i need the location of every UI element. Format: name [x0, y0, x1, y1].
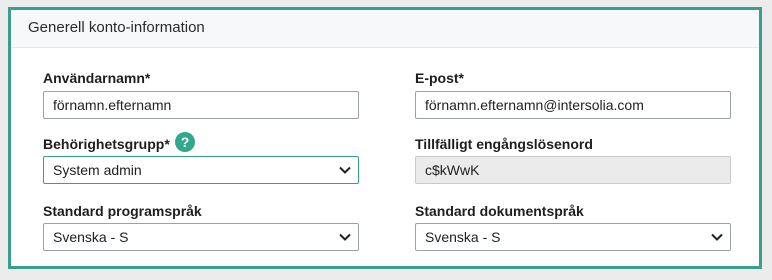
username-input[interactable]: förnamn.efternamn	[43, 91, 359, 119]
chevron-down-icon	[711, 233, 723, 241]
document-language-value: Svenska - S	[425, 229, 501, 245]
chevron-down-icon	[339, 166, 351, 174]
username-label: Användarnamn*	[43, 70, 151, 86]
program-language-value: Svenska - S	[53, 229, 129, 245]
email-label: E-post*	[415, 70, 464, 86]
panel-title: Generell konto-information	[28, 19, 205, 36]
document-language-select[interactable]: Svenska - S	[415, 223, 731, 251]
permission-group-select[interactable]: System admin	[43, 156, 359, 184]
temp-password-label: Tillfälligt engångslösenord	[415, 136, 593, 152]
panel-header: Generell konto-information	[11, 10, 759, 48]
document-language-label: Standard dokumentspråk	[415, 203, 584, 219]
permission-group-label: Behörighetsgrupp*	[43, 136, 170, 152]
question-icon[interactable]: ?	[175, 132, 195, 152]
account-info-panel: Generell konto-information Användarnamn*…	[8, 7, 762, 269]
email-input[interactable]: förnamn.efternamn@intersolia.com	[415, 91, 731, 119]
temp-password-field: c$kWwK	[415, 156, 731, 184]
chevron-down-icon	[339, 233, 351, 241]
program-language-select[interactable]: Svenska - S	[43, 223, 359, 251]
permission-group-value: System admin	[53, 162, 142, 178]
program-language-label: Standard programspråk	[43, 203, 202, 219]
